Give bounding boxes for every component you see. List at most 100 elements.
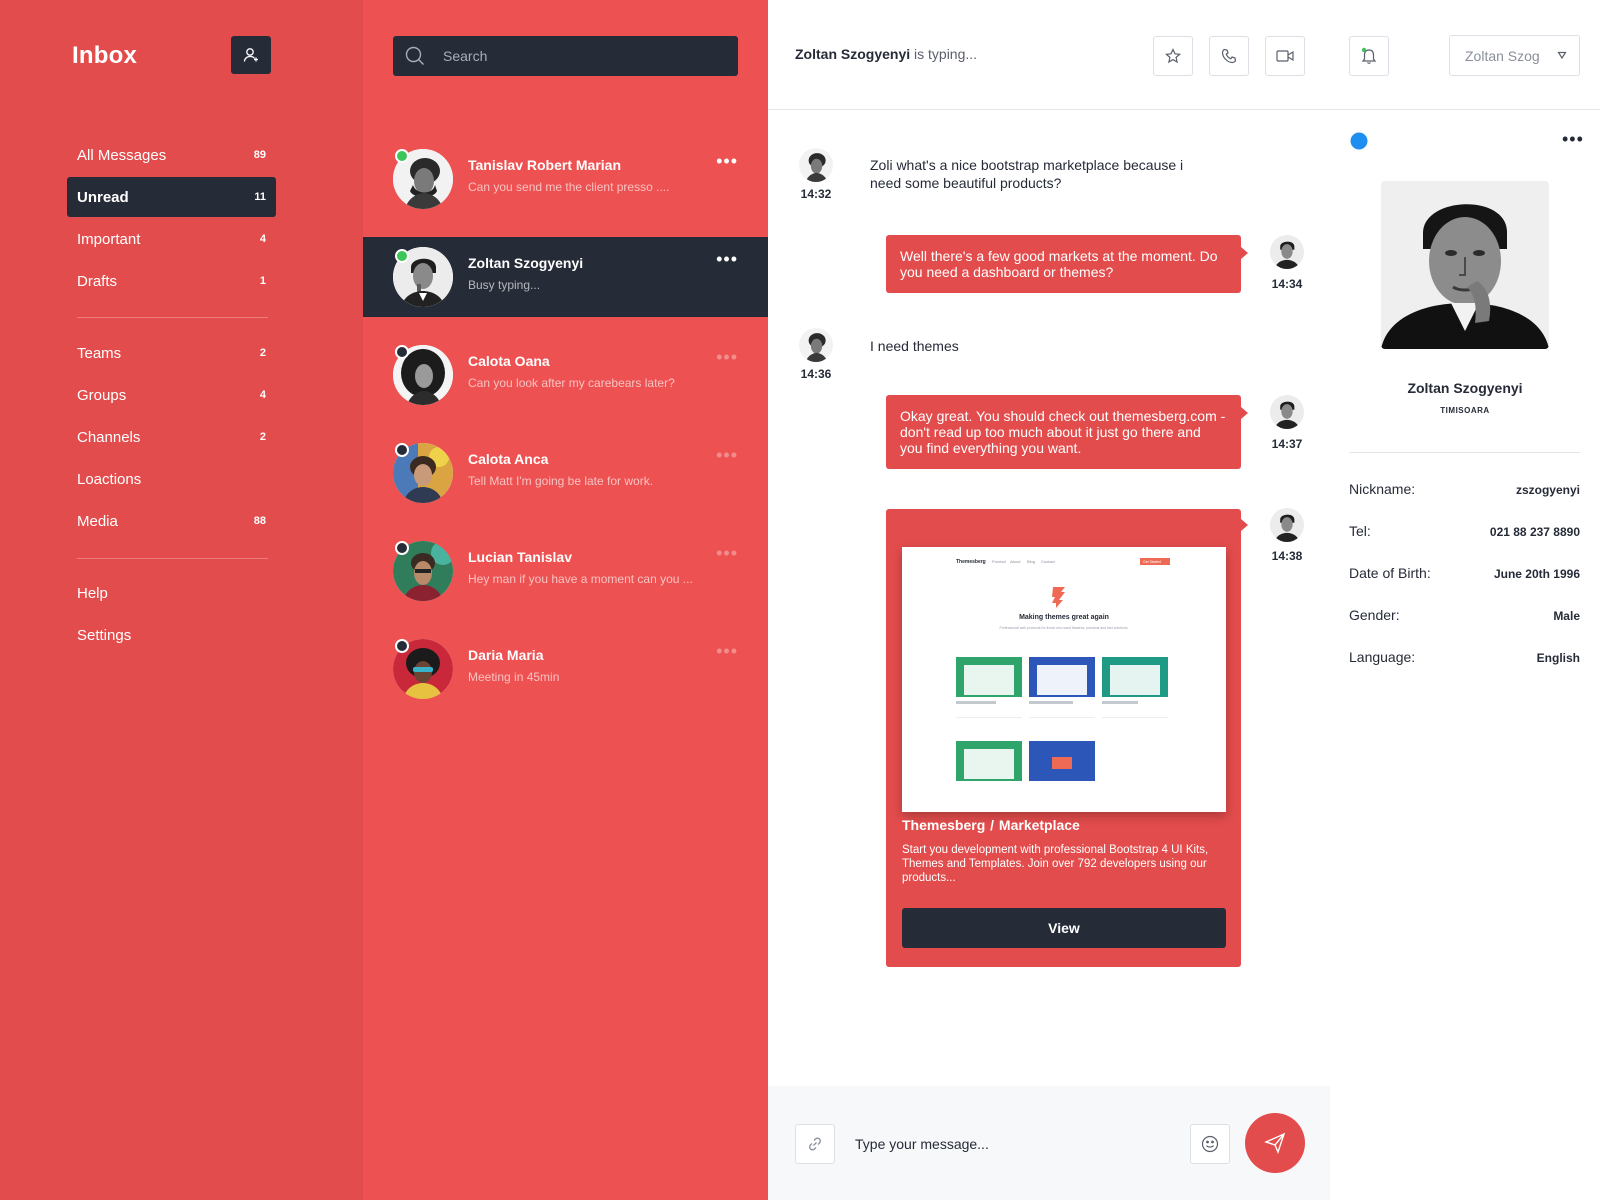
- conversation-preview: Tell Matt I'm going be late for work.: [468, 474, 654, 488]
- sidebar-item-media[interactable]: Media 88: [67, 501, 276, 541]
- sidebar-item-locations[interactable]: Loactions: [67, 459, 276, 499]
- message-time: 14:38: [1271, 549, 1303, 563]
- offline-status-dot: [395, 541, 409, 555]
- sidebar-item-label: Settings: [77, 626, 132, 644]
- conversation-name: Calota Oana: [468, 353, 550, 369]
- message-thread: 14:32 Zoli what's a nice bootstrap marke…: [768, 111, 1330, 1086]
- sidebar-item-label: Important: [77, 230, 141, 248]
- offline-status-dot: [395, 443, 409, 457]
- detail-label: Tel:: [1349, 523, 1371, 539]
- website-preview-image: Themesberg Product About Blog Contact Ge…: [902, 547, 1226, 812]
- sidebar-item-label: Teams: [77, 344, 122, 362]
- star-button[interactable]: [1153, 36, 1193, 76]
- view-button[interactable]: View: [902, 908, 1226, 948]
- preview-nav-item: Contact: [1041, 559, 1056, 564]
- call-button[interactable]: [1209, 36, 1249, 76]
- online-status-dot: [395, 249, 409, 263]
- user-select-value: Zoltan Szog: [1465, 47, 1540, 64]
- sidebar-item-groups[interactable]: Groups 4: [67, 375, 276, 415]
- conversation-name: Zoltan Szogyenyi: [468, 255, 584, 271]
- sidebar-item-count: 1: [259, 275, 266, 287]
- emoji-button[interactable]: [1190, 1124, 1230, 1164]
- conversation-name: Daria Maria: [468, 647, 544, 663]
- conversation-name: Tanislav Robert Marian: [468, 157, 622, 173]
- conversation-item-selected[interactable]: Zoltan Szogyenyi Busy typing... •••: [363, 237, 768, 317]
- user-select-dropdown[interactable]: Zoltan Szog: [1449, 35, 1580, 76]
- chevron-down-icon: [1557, 51, 1567, 60]
- profile-name: Zoltan Szogyenyi: [1407, 380, 1523, 396]
- more-options-icon[interactable]: •••: [716, 249, 738, 270]
- preview-nav-item: Blog: [1027, 559, 1035, 564]
- profile-detail-gender: Gender: Male: [1349, 607, 1580, 623]
- more-options-icon[interactable]: •••: [716, 347, 738, 368]
- search-input[interactable]: [443, 48, 713, 64]
- message-bubble: Okay great. You should check out themesb…: [886, 395, 1248, 469]
- conversation-list: Tanislav Robert Marian Can you send me t…: [363, 0, 768, 1200]
- preview-brand: Themesberg: [956, 559, 986, 565]
- sidebar-item-channels[interactable]: Channels 2: [67, 417, 276, 457]
- sidebar-item-count: 2: [259, 347, 266, 359]
- sidebar-divider: [77, 317, 268, 318]
- star-icon: [1165, 48, 1181, 64]
- sidebar-item-label: Groups: [77, 386, 127, 404]
- send-button[interactable]: [1245, 1113, 1305, 1173]
- conversation-item[interactable]: Lucian Tanislav Hey man if you have a mo…: [363, 531, 768, 611]
- profile-detail-nickname: Nickname: zszogyenyi: [1349, 481, 1580, 497]
- new-contact-button[interactable]: [231, 36, 271, 74]
- sidebar-item-settings[interactable]: Settings: [67, 615, 276, 655]
- sidebar-item-count: 11: [254, 191, 266, 203]
- profile-detail-dob: Date of Birth: June 20th 1996: [1349, 565, 1580, 581]
- messenger-icon[interactable]: [1350, 132, 1368, 150]
- sidebar-item-count: 2: [259, 431, 266, 443]
- avatar: [1270, 395, 1304, 429]
- message-input[interactable]: [855, 1128, 1155, 1160]
- detail-value: zszogyenyi: [1515, 483, 1580, 497]
- video-call-button[interactable]: [1265, 36, 1305, 76]
- video-icon: [1276, 50, 1294, 62]
- sidebar-item-important[interactable]: Important 4: [67, 219, 276, 259]
- user-plus-icon: [243, 48, 258, 62]
- profile-divider: [1349, 452, 1580, 453]
- sidebar: Inbox All Messages 89 Unread 11 Importan…: [0, 0, 363, 1200]
- primary-nav: All Messages 89 Unread 11 Important 4 Dr…: [67, 135, 276, 303]
- typing-indicator: Zoltan Szogyenyi is typing...: [795, 46, 977, 62]
- conversation-item[interactable]: Tanislav Robert Marian Can you send me t…: [363, 139, 768, 219]
- avatar: [1270, 508, 1304, 542]
- sidebar-item-count: 88: [253, 515, 266, 527]
- preview-tagline: Professional web products for those who …: [1000, 626, 1129, 630]
- detail-value: June 20th 1996: [1493, 567, 1580, 581]
- sidebar-item-label: Channels: [77, 428, 141, 446]
- sidebar-item-teams[interactable]: Teams 2: [67, 333, 276, 373]
- sidebar-item-help[interactable]: Help: [67, 573, 276, 613]
- message-text: Well there's a few good markets at the m…: [900, 248, 1218, 280]
- sidebar-item-drafts[interactable]: Drafts 1: [67, 261, 276, 301]
- more-options-icon[interactable]: •••: [716, 151, 738, 172]
- message-time: 14:36: [800, 367, 832, 381]
- conversation-preview: Meeting in 45min: [468, 670, 560, 684]
- conversation-item[interactable]: Calota Anca Tell Matt I'm going be late …: [363, 433, 768, 513]
- profile-detail-tel: Tel: 021 88 237 8890: [1349, 523, 1580, 539]
- more-options-icon[interactable]: •••: [716, 445, 738, 466]
- link-preview-card: Themesberg Product About Blog Contact Ge…: [886, 509, 1248, 967]
- sidebar-item-label: Loactions: [77, 470, 142, 488]
- message-time: 14:32: [800, 187, 832, 201]
- sidebar-item-unread[interactable]: Unread 11: [67, 177, 276, 217]
- avatar: [1270, 235, 1304, 269]
- more-options-icon[interactable]: •••: [716, 543, 738, 564]
- conversation-preview: Can you look after my carebears later?: [468, 376, 675, 390]
- sidebar-item-label: Media: [77, 512, 118, 530]
- more-options-icon[interactable]: •••: [716, 641, 738, 662]
- sidebar-item-all-messages[interactable]: All Messages 89: [67, 135, 276, 175]
- online-status-dot: [395, 149, 409, 163]
- search-bar[interactable]: [393, 36, 738, 76]
- detail-label: Date of Birth:: [1349, 565, 1431, 581]
- more-options-icon[interactable]: •••: [1562, 129, 1584, 150]
- sidebar-item-count: 89: [253, 149, 266, 161]
- notifications-button[interactable]: [1349, 36, 1389, 76]
- conversation-item[interactable]: Calota Oana Can you look after my carebe…: [363, 335, 768, 415]
- card-title: Themesberg / Marketplace: [902, 817, 1080, 833]
- conversation-item[interactable]: Daria Maria Meeting in 45min •••: [363, 629, 768, 709]
- detail-label: Language:: [1349, 649, 1416, 665]
- attach-link-button[interactable]: [795, 1124, 835, 1164]
- detail-label: Gender:: [1349, 607, 1400, 623]
